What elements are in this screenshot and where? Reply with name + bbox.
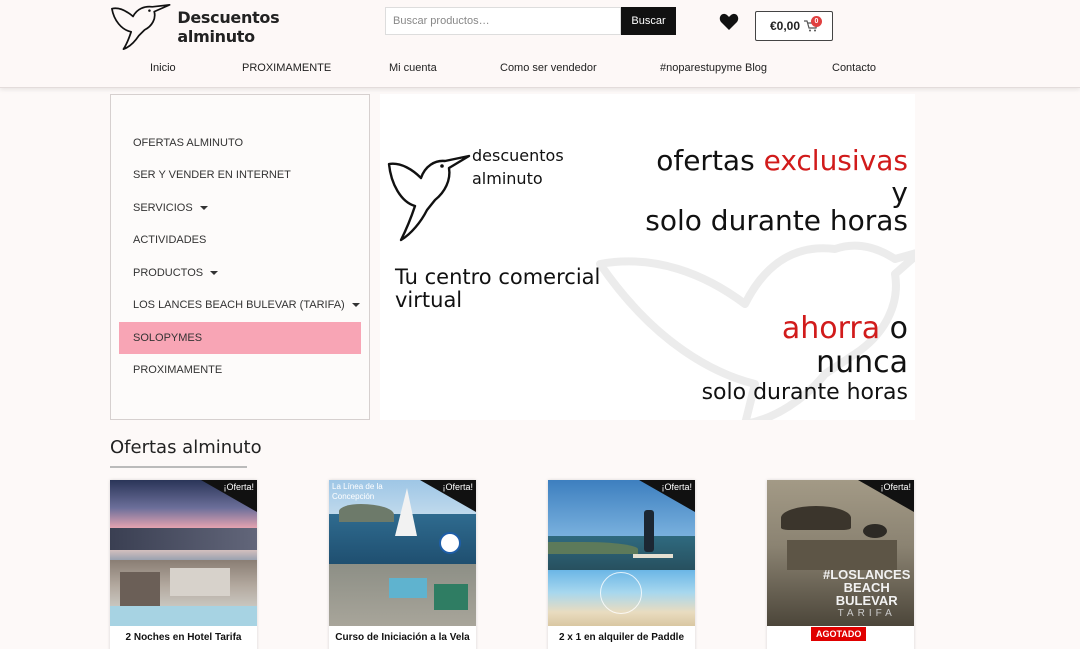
section-underline	[110, 466, 247, 468]
cart-amount: €0,00	[769, 19, 801, 33]
main-nav: Inicio PROXIMAMENTE Mi cuenta Como ser v…	[0, 62, 1080, 78]
hummingbird-icon	[111, 4, 171, 50]
overlay-line: BULEVAR	[835, 593, 898, 608]
search-button[interactable]: Buscar	[621, 7, 676, 35]
search-input[interactable]	[385, 7, 621, 35]
product-image-paddle[interactable]: ¡Oferta!	[548, 480, 695, 626]
sidebar-item-label: PROXIMAMENTE	[133, 364, 223, 376]
sidebar-item-label: SOLOPYMES	[133, 332, 203, 344]
banner-logo-line1: descuentos	[472, 146, 564, 165]
banner-headline-1: ofertas exclusivas	[656, 144, 908, 177]
brand-logo[interactable]: Descuentos alminuto	[110, 2, 355, 52]
heart-icon[interactable]	[719, 13, 739, 31]
sidebar-item-los-lances[interactable]: LOS LANCES BEACH BULEVAR (TARIFA)	[119, 289, 361, 321]
banner-headline-2: solo durante horas	[645, 204, 908, 237]
banner-word-ofertas: ofertas	[656, 144, 755, 177]
banner-tagline-1: Tu centro comercial	[395, 265, 601, 289]
hummingbird-logo-icon	[387, 154, 471, 242]
nav-como-ser-vendedor[interactable]: Como ser vendedor	[500, 62, 597, 74]
hero-banner[interactable]: descuentos alminuto ofertas exclusivas y…	[380, 94, 915, 420]
sidebar-item-ofertas[interactable]: OFERTAS ALMINUTO	[119, 127, 361, 159]
banner-tagline-2: virtual	[395, 288, 463, 312]
sidebar-item-ser-vender[interactable]: SER Y VENDER EN INTERNET	[119, 159, 361, 191]
section-title: Ofertas alminuto	[110, 437, 262, 458]
offer-badge: ¡Oferta!	[880, 482, 911, 492]
banner-word-o: o	[889, 311, 908, 346]
category-sidebar: OFERTAS ALMINUTO SER Y VENDER EN INTERNE…	[110, 94, 370, 420]
sidebar-item-label: LOS LANCES BEACH BULEVAR (TARIFA)	[133, 299, 345, 311]
sidebar-item-label: OFERTAS ALMINUTO	[133, 137, 244, 149]
nav-blog[interactable]: #noparestupyme Blog	[660, 62, 767, 74]
product-title[interactable]: Curso de Iniciación a la Vela	[333, 631, 472, 644]
product-card[interactable]: ¡Oferta! 2 x 1 en alquiler de Paddle	[548, 480, 695, 649]
sidebar-item-label: ACTIVIDADES	[133, 234, 207, 246]
search-bar: Buscar	[385, 7, 676, 35]
banner-headline-3: ahorra o	[782, 311, 908, 346]
product-card[interactable]: #LOSLANCES BEACH BULEVAR TARIFA ¡Oferta!…	[767, 480, 914, 649]
product-title[interactable]: 2 x 1 en alquiler de Paddle	[552, 631, 691, 644]
offer-badge: ¡Oferta!	[442, 482, 473, 492]
nav-inicio[interactable]: Inicio	[150, 62, 176, 74]
nav-mi-cuenta[interactable]: Mi cuenta	[389, 62, 437, 74]
sidebar-item-label: SER Y VENDER EN INTERNET	[133, 169, 291, 181]
nav-contacto[interactable]: Contacto	[832, 62, 876, 74]
sidebar-item-servicios[interactable]: SERVICIOS	[119, 192, 361, 224]
product-image-los-lances[interactable]: #LOSLANCES BEACH BULEVAR TARIFA ¡Oferta!	[767, 480, 914, 626]
nav-proximamente[interactable]: PROXIMAMENTE	[242, 62, 331, 74]
product-image-vela[interactable]: La Línea de la Concepción ¡Oferta!	[329, 480, 476, 626]
sidebar-item-actividades[interactable]: ACTIVIDADES	[119, 224, 361, 256]
sold-out-badge: AGOTADO	[811, 627, 867, 641]
offer-badge: ¡Oferta!	[661, 482, 692, 492]
product-title[interactable]: 2 Noches en Hotel Tarifa	[114, 631, 253, 644]
sidebar-item-label: PRODUCTOS	[133, 267, 204, 279]
overlay-line: TARIFA	[837, 608, 896, 619]
product-image-hotel[interactable]: ¡Oferta!	[110, 480, 257, 626]
product-card[interactable]: La Línea de la Concepción ¡Oferta! Curso…	[329, 480, 476, 649]
banner-logo-line2: alminuto	[472, 169, 543, 188]
offer-badge: ¡Oferta!	[223, 482, 254, 492]
site-header: Descuentos alminuto Buscar €0,00 0 Inici…	[0, 0, 1080, 88]
overlay-line: La Línea de la	[332, 482, 383, 491]
brand-name: Descuentos alminuto	[177, 8, 280, 46]
caret-down-icon	[210, 271, 219, 275]
caret-down-icon	[199, 206, 208, 210]
sidebar-item-productos[interactable]: PRODUCTOS	[119, 257, 361, 289]
product-overlay-text: #LOSLANCES BEACH BULEVAR TARIFA	[823, 568, 910, 620]
product-card[interactable]: ¡Oferta! 2 Noches en Hotel Tarifa	[110, 480, 257, 649]
sidebar-item-proximamente[interactable]: PROXIMAMENTE	[119, 354, 361, 386]
sidebar-item-solopymes[interactable]: SOLOPYMES	[119, 322, 361, 354]
banner-word-nunca: nunca	[816, 345, 908, 380]
overlay-line: Concepción	[332, 492, 375, 501]
cart-button[interactable]: €0,00 0	[755, 11, 833, 41]
banner-word-exclusivas: exclusivas	[763, 144, 908, 177]
caret-down-icon	[351, 303, 360, 307]
cart-count-badge: 0	[811, 16, 822, 27]
banner-word-ahorra: ahorra	[781, 311, 881, 346]
sidebar-item-label: SERVICIOS	[133, 202, 193, 214]
banner-headline-4: solo durante horas	[701, 380, 908, 405]
product-overlay-text: La Línea de la Concepción	[332, 482, 383, 502]
